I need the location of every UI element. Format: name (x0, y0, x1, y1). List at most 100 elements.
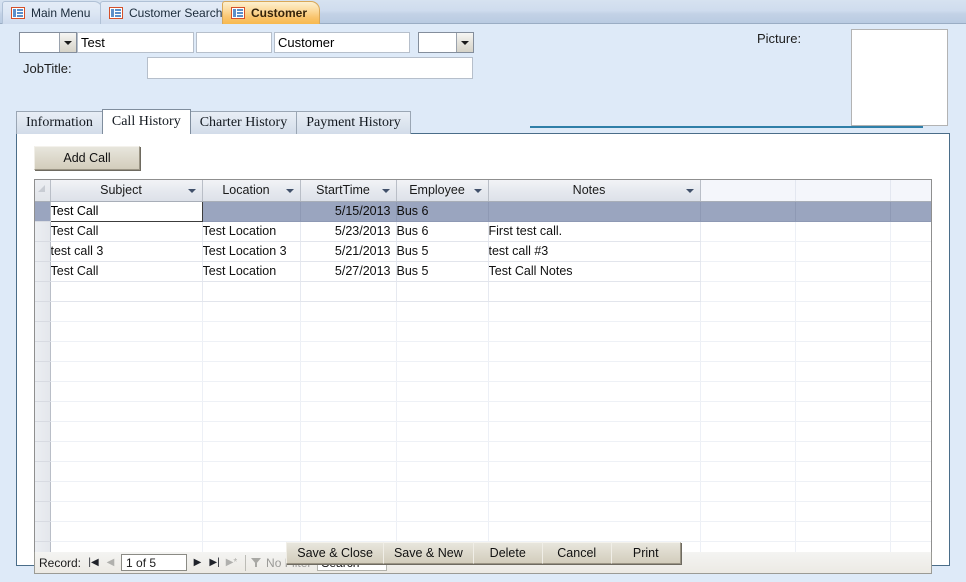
cell-subject[interactable]: test call 3 (50, 241, 203, 262)
empty-table-row (35, 361, 931, 382)
empty-cell (890, 521, 931, 542)
cell-location[interactable] (202, 201, 301, 222)
cell-location[interactable]: Test Location (202, 261, 301, 282)
chevron-down-icon[interactable] (685, 189, 694, 193)
empty-cell (795, 201, 891, 222)
cell-notes[interactable]: Test Call Notes (488, 261, 701, 282)
cancel-button[interactable]: Cancel (541, 542, 612, 564)
cell-subject[interactable]: Test Call (50, 221, 203, 242)
jobtitle-field[interactable] (147, 57, 473, 79)
empty-table-row (35, 441, 931, 462)
tab-payment-history[interactable]: Payment History (296, 111, 411, 134)
row-selector[interactable] (35, 221, 51, 242)
empty-cell (396, 361, 489, 382)
document-tab-customer[interactable]: Customer (222, 1, 321, 24)
cell-starttime[interactable]: 5/15/2013 (300, 201, 397, 222)
empty-cell (300, 401, 397, 422)
middle-name-field[interactable] (196, 32, 272, 53)
tab-call-history[interactable]: Call History (101, 109, 191, 134)
empty-cell (795, 221, 891, 242)
print-button[interactable]: Print (610, 542, 681, 564)
empty-table-row (35, 301, 931, 322)
cell-employee[interactable]: Bus 6 (396, 201, 489, 222)
empty-table-row (35, 501, 931, 522)
column-header-location[interactable]: Location (202, 180, 301, 202)
table-row[interactable]: Test Call Test Location 5/27/2013 Bus 5 Test… (35, 261, 931, 282)
row-selector[interactable] (35, 281, 51, 302)
cell-employee[interactable]: Bus 5 (396, 261, 489, 282)
row-selector[interactable] (35, 201, 51, 222)
table-row[interactable]: Test Call 5/15/2013 Bus 6 (35, 200, 931, 222)
chevron-down-icon[interactable] (285, 189, 294, 193)
row-selector (35, 461, 51, 482)
suffix-combobox[interactable] (418, 32, 474, 53)
empty-cell (202, 501, 301, 522)
empty-cell (700, 321, 796, 342)
table-row[interactable]: Test Call Test Location 5/23/2013 Bus 6 Firs… (35, 221, 931, 242)
empty-cell (700, 501, 796, 522)
chevron-down-icon[interactable] (59, 33, 76, 52)
empty-cell (795, 381, 891, 402)
cell-notes[interactable]: test call #3 (488, 241, 701, 262)
cell-employee[interactable]: Bus 5 (396, 241, 489, 262)
empty-cell (890, 401, 931, 422)
empty-cell (795, 401, 891, 422)
column-header-notes[interactable]: Notes (488, 180, 701, 202)
select-all-corner[interactable] (35, 180, 51, 202)
tab-label: Information (26, 115, 93, 130)
delete-button[interactable]: Delete (472, 542, 543, 564)
cell-notes[interactable] (488, 201, 701, 222)
cell-notes[interactable] (488, 281, 701, 302)
cell-employee[interactable] (396, 281, 489, 302)
empty-table-row (35, 401, 931, 422)
add-call-button[interactable]: Add Call (34, 146, 140, 170)
document-tab-customer-search[interactable]: Customer Search (100, 1, 236, 24)
row-selector[interactable] (35, 261, 51, 282)
last-name-field[interactable]: Customer (274, 32, 410, 53)
cell-subject[interactable]: Test Call (49, 200, 203, 222)
title-combobox[interactable] (19, 32, 77, 53)
column-header-employee[interactable]: Employee (396, 180, 489, 202)
empty-table-row (35, 421, 931, 442)
table-row[interactable]: test call 3 Test Location 3 5/21/2013 Bus 5… (35, 241, 931, 262)
cell-starttime[interactable]: 5/27/2013 (300, 261, 397, 282)
row-selector[interactable] (35, 241, 51, 262)
chevron-down-icon[interactable] (187, 189, 196, 193)
cell-location[interactable]: Test Location 3 (202, 241, 301, 262)
cell-employee[interactable]: Bus 6 (396, 221, 489, 242)
chevron-down-icon[interactable] (473, 189, 482, 193)
empty-cell (488, 461, 701, 482)
chevron-down-icon[interactable] (456, 33, 473, 52)
empty-cell (700, 461, 796, 482)
empty-cell (700, 281, 796, 302)
table-row[interactable] (35, 281, 931, 302)
suffix-combobox-value (419, 33, 456, 52)
save-and-new-button[interactable]: Save & New (382, 542, 474, 564)
empty-cell (300, 501, 397, 522)
detail-tab-control: Information Call History Charter History… (16, 109, 950, 574)
access-application-window: Main Menu Customer Search Customer Test … (0, 0, 966, 582)
cell-location[interactable]: Test Location (202, 221, 301, 242)
cell-starttime[interactable]: 5/23/2013 (300, 221, 397, 242)
cell-notes[interactable]: First test call. (488, 221, 701, 242)
cell-subject[interactable] (50, 281, 203, 302)
cell-starttime[interactable] (300, 281, 397, 302)
empty-cell (202, 341, 301, 362)
column-header-starttime[interactable]: StartTime (300, 180, 397, 202)
empty-table-row (35, 461, 931, 482)
save-and-close-button[interactable]: Save & Close (286, 542, 384, 564)
tab-information[interactable]: Information (16, 111, 103, 134)
cell-starttime[interactable]: 5/21/2013 (300, 241, 397, 262)
empty-cell (890, 481, 931, 502)
tab-charter-history[interactable]: Charter History (189, 111, 298, 134)
empty-cell (300, 301, 397, 322)
column-header-subject[interactable]: Subject (50, 180, 203, 202)
empty-cell (795, 281, 891, 302)
call-history-datasheet[interactable]: Subject Location StartTime Employee Notes Te… (34, 179, 932, 553)
cell-location[interactable] (202, 281, 301, 302)
first-name-field[interactable]: Test (77, 32, 194, 53)
chevron-down-icon[interactable] (381, 189, 390, 193)
document-tab-main-menu[interactable]: Main Menu (2, 1, 104, 24)
empty-cell (890, 261, 931, 282)
cell-subject[interactable]: Test Call (50, 261, 203, 282)
